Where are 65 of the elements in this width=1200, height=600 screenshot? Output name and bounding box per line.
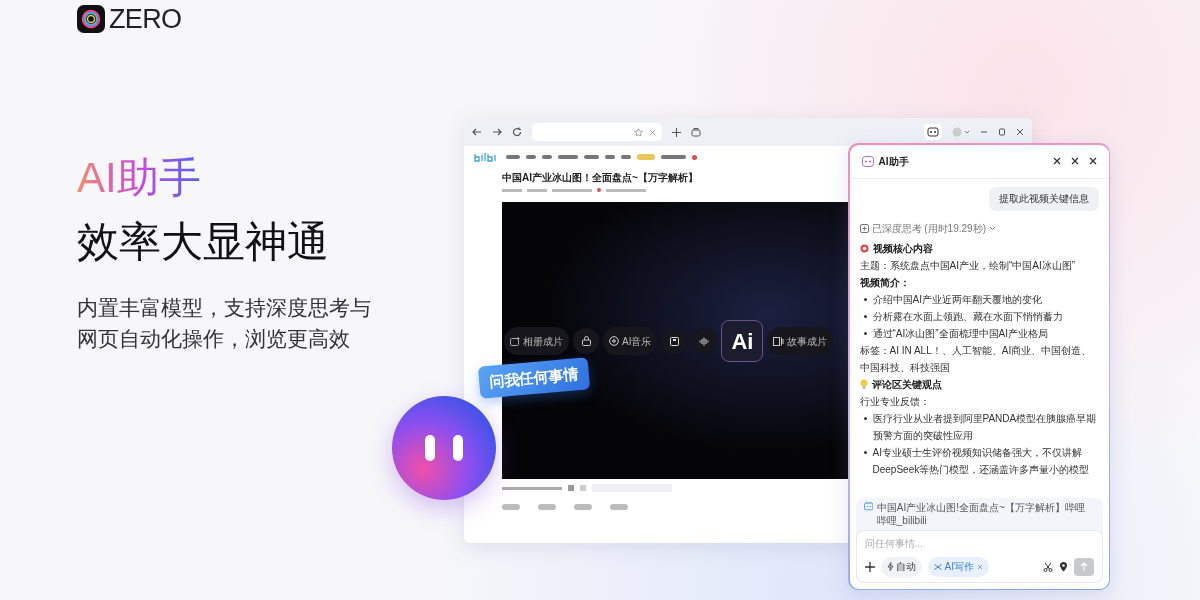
tabs-icon[interactable] <box>691 127 701 137</box>
close-icon[interactable] <box>1088 157 1097 165</box>
message-field[interactable]: 问任何事情... 自动 AI写作 <box>855 529 1103 583</box>
disc-icon <box>609 336 619 346</box>
hero-subtitle-line: 内置丰富模型，支持深度思考与 <box>77 295 371 321</box>
close-icon[interactable] <box>1070 157 1079 165</box>
page-context-tab[interactable]: 中国AI产业冰山图!全面盘点~【万字解析】哔哩哔哩_bilibili <box>876 500 1095 527</box>
answer-text: 标签：AI IN ALL！、人工智能、AI商业、中国创造、中国科技、科技强国 <box>859 343 1093 375</box>
hero-title: 效率大显神通 <box>77 217 330 267</box>
bullet-icon <box>863 450 867 454</box>
video-tool-button[interactable]: 相册成片 <box>504 327 569 355</box>
plus-icon[interactable] <box>864 561 875 572</box>
answer-text: 行业专业反馈： <box>859 394 931 409</box>
bullet-text: 医疗行业从业者提到阿里PANDA模型在胰腺癌早期预警方面的突破性应用 <box>872 411 1098 443</box>
reload-icon[interactable] <box>512 127 522 137</box>
bullet-icon <box>863 297 867 301</box>
target-icon <box>859 243 869 253</box>
square-icon <box>669 336 679 346</box>
section-label: 视频简介： <box>859 275 911 290</box>
bullet-icon <box>863 314 867 318</box>
scissors-icon[interactable] <box>1042 561 1053 572</box>
forward-icon[interactable] <box>492 127 502 137</box>
bullet-icon <box>863 331 867 335</box>
sound-wave-icon <box>699 336 710 346</box>
arrow-up-icon <box>1079 562 1088 571</box>
lightning-icon <box>886 562 894 571</box>
book-icon <box>773 336 785 346</box>
back-icon[interactable] <box>472 127 482 137</box>
frame-icon <box>510 336 520 346</box>
thinking-status[interactable]: 已深度思考 (用时19.29秒) <box>871 220 986 236</box>
robot-icon[interactable] <box>924 124 942 140</box>
lock-icon <box>581 336 591 346</box>
bulb-icon <box>859 379 868 389</box>
video-tool-button[interactable] <box>573 328 599 354</box>
video-tool-button[interactable]: AI音乐 <box>603 327 658 355</box>
bullet-icon <box>863 416 867 420</box>
answer-text: 主题：系统盘点中国AI产业，绘制“中国AI冰山图” <box>859 258 1077 273</box>
panel-title: AI助手 <box>878 154 909 169</box>
bullet-text: 分析露在水面上领跑、藏在水面下悄悄蓄力 <box>872 309 1063 324</box>
bullet-text: 介绍中国AI产业近两年翻天覆地的变化 <box>872 292 1042 307</box>
bullet-text: 通过“AI冰山图”全面梳理中国AI产业格局 <box>872 326 1049 341</box>
pin-icon[interactable] <box>1058 561 1068 572</box>
video-title: 中国AI产业冰山图！全面盘点~【万字解析】 <box>502 171 699 184</box>
address-field[interactable] <box>532 123 662 141</box>
section-heading: 视频核心内容 <box>872 241 933 256</box>
section-heading: 评论区关键观点 <box>871 377 942 392</box>
close-icon[interactable] <box>1052 157 1061 165</box>
hero-subtitle-line: 网页自动化操作，浏览更高效 <box>77 326 351 352</box>
mode-chip[interactable]: 自动 <box>880 556 922 577</box>
chevron-down-icon[interactable] <box>988 225 996 231</box>
robot-icon <box>861 155 874 167</box>
writing-chip[interactable]: AI写作 <box>927 556 989 577</box>
plus-icon[interactable] <box>672 127 681 137</box>
tv-icon <box>863 500 873 511</box>
video-tool-button[interactable]: 故事成片 <box>767 327 834 355</box>
user-message: 提取此视频关键信息 <box>988 186 1099 211</box>
site-logo-icon[interactable] <box>474 152 498 162</box>
star-icon[interactable] <box>634 127 643 137</box>
bullet-text: AI专业硕士生评价视频知识储备强大，不仅讲解DeepSeek等热门模型，还涵盖许多声量小的模型 <box>872 445 1091 477</box>
close-icon[interactable] <box>1016 128 1024 136</box>
ai-button[interactable]: Ai <box>721 320 764 362</box>
logo-icon <box>77 5 105 33</box>
video-tool-button[interactable] <box>661 328 688 354</box>
brand-name: ZERO <box>109 5 182 33</box>
maximize-icon[interactable] <box>998 128 1006 136</box>
